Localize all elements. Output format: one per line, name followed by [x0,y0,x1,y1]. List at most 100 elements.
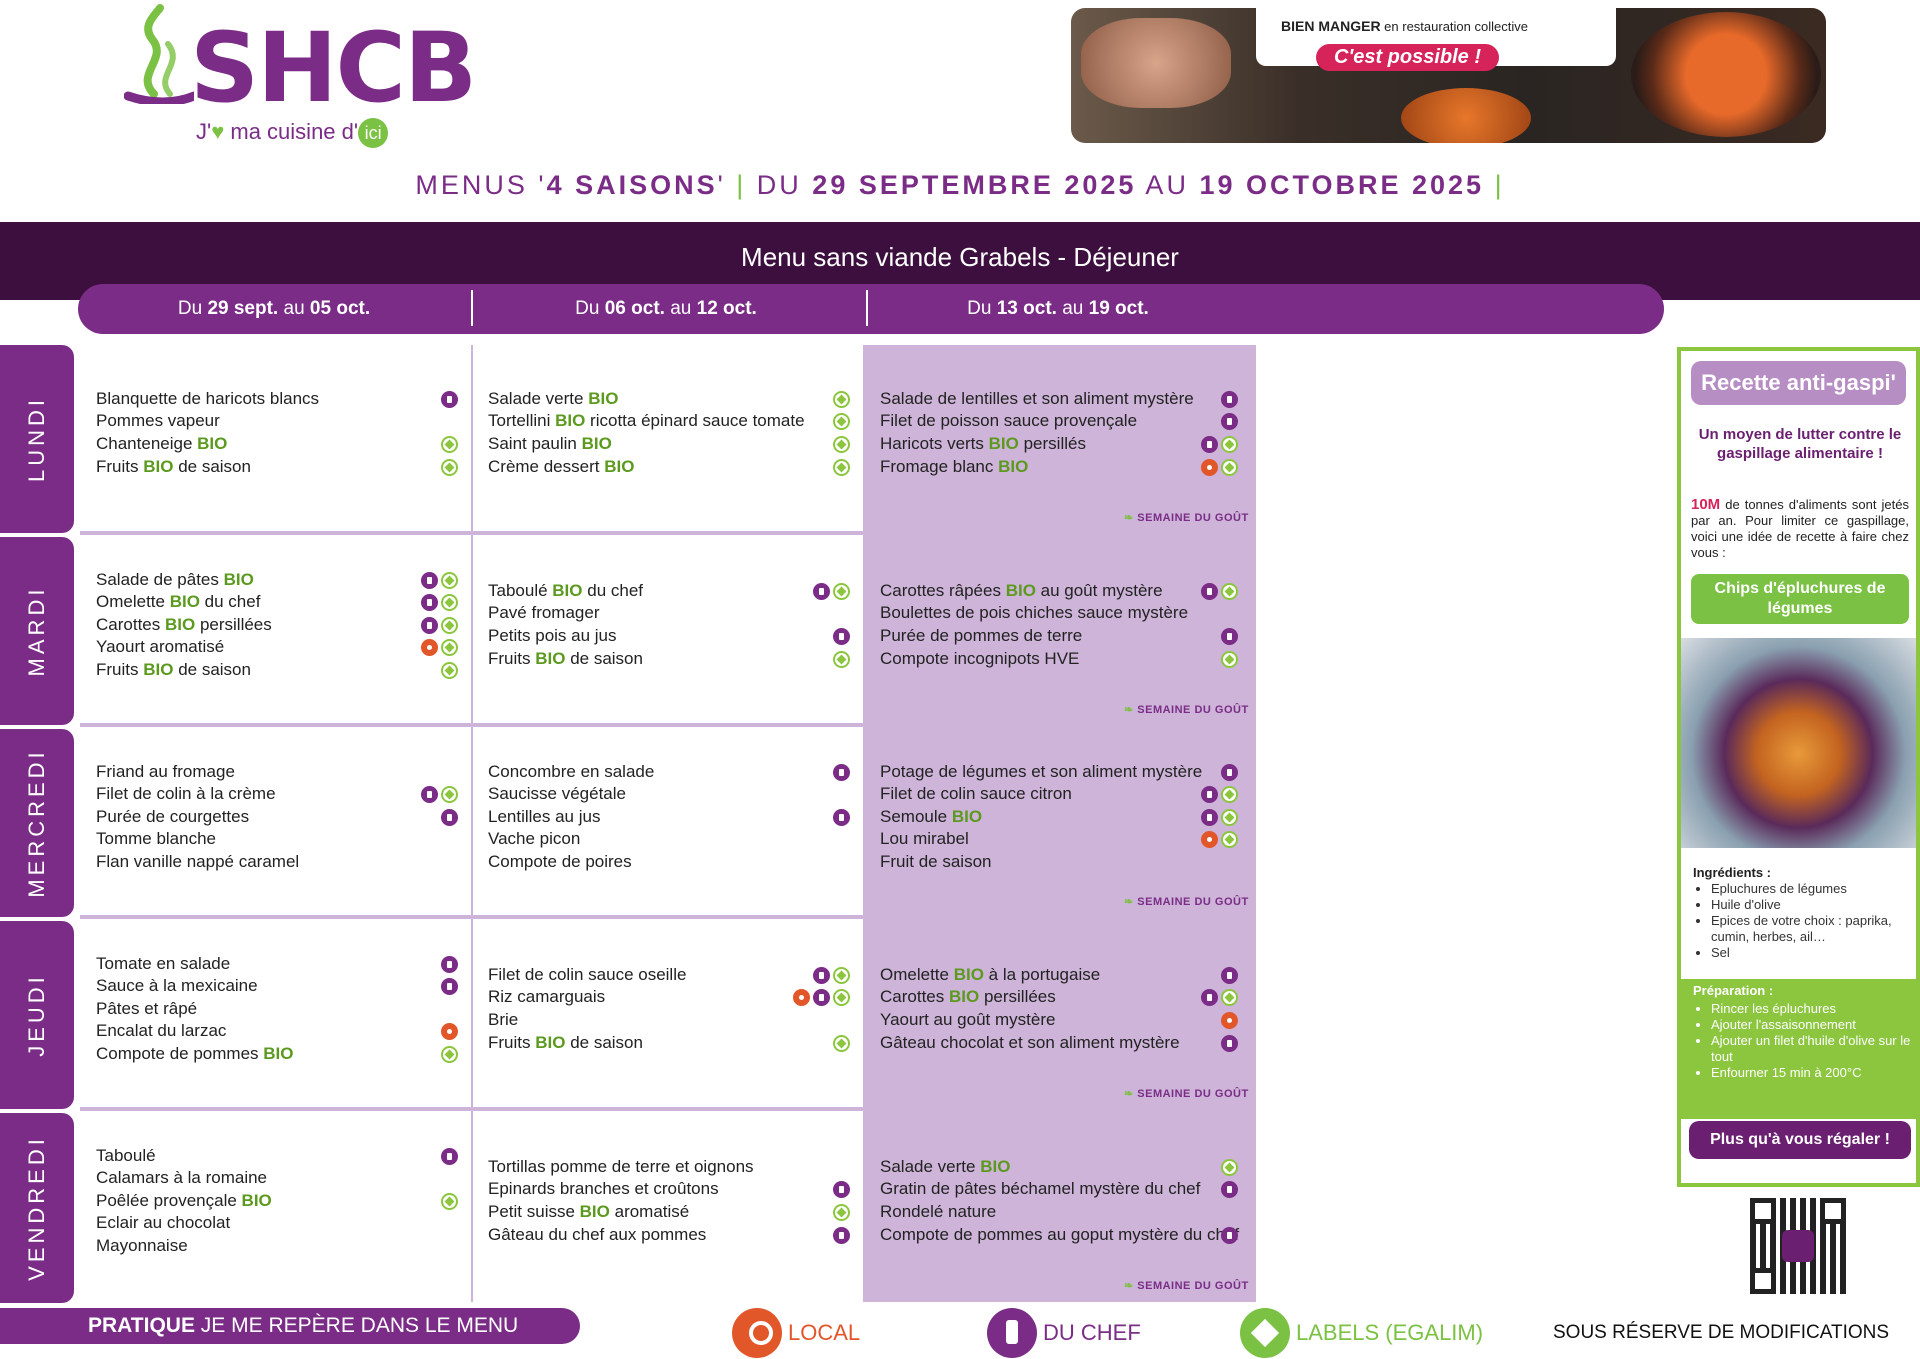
week-header: Du 29 sept. au 05 oct. Du 06 oct. au 12 … [78,284,1664,334]
chef-hat-icon [1201,786,1218,804]
hand-illustration [1081,18,1231,108]
waste-fact: 10M de tonnes d'aliments sont jetés par … [1691,496,1909,561]
menu-item: Pommes vapeur [96,411,220,431]
label-badge-icon [441,1192,458,1210]
chef-hat-icon [1221,413,1238,431]
menu-item: Gâteau chocolat et son aliment mystère [880,1032,1250,1055]
menu-item: Riz camarguais [488,986,862,1009]
legend-labels: LABELS (EGALIM) [1240,1308,1483,1358]
menu-grid: Blanquette de haricots blancs Pommes vape… [80,345,1256,1302]
label-badge-icon [1221,831,1238,849]
menu-item: Fruit de saison [880,851,992,871]
menu-item: Salade de lentilles et son aliment mystè… [880,388,1250,411]
chef-hat-icon [441,955,458,973]
menu-item: Carottes râpées BIO au goût mystère [880,580,1250,603]
menu-item: Pâtes et râpé [96,998,198,1018]
legend-pratique: PRATIQUE JE ME REPÈRE DANS LE MENU [0,1308,580,1344]
label-badge-icon [833,650,850,668]
location-pin-icon [421,639,438,657]
label-badge-icon [1221,989,1238,1007]
ingredients-title: Ingrédients : [1693,865,1772,880]
menu-item: Brie [488,1009,519,1029]
week-3: Du 13 oct. au 19 oct. [967,298,1149,319]
menu-name: Menu sans viande Grabels - Déjeuner [741,242,1179,272]
menu-item: Encalat du larzac [96,1020,470,1043]
menu-item: Filet de colin sauce citron [880,783,1250,806]
menu-item: Gratin de pâtes béchamel mystère du chef [880,1178,1250,1201]
label-badge-icon [1221,650,1238,668]
semaine-du-gout-badge: ❧ SEMAINE DU GOÛT [1124,1280,1249,1292]
tagline: J'♥ ma cuisine d' ici [196,118,389,148]
chef-hat-icon [441,978,458,996]
chef-hat-icon [421,616,438,634]
chef-hat-icon [441,808,458,826]
label-badge-icon [441,786,458,804]
menu-item: Tortellini BIO ricotta épinard sauce tom… [488,410,862,433]
label-badge-icon [441,458,458,476]
day-tab-vendredi: VENDREDI [0,1113,74,1303]
location-pin-icon [793,989,810,1007]
label-badge-icon [833,1203,850,1221]
menu-item: Tomme blanche [96,829,217,849]
menu-item: Carottes BIO persillées [96,614,470,637]
menu-item: Fruits BIO de saison [96,456,470,479]
menu-item: Filet de poisson sauce provençale [880,410,1250,433]
menu-item: Flan vanille nappé caramel [96,851,300,871]
qr-code[interactable] [1750,1198,1846,1294]
label-badge-icon [833,458,850,476]
menu-cell-mardi-week2: Taboulé BIO du chef Pavé fromager Petits p… [488,580,862,670]
menu-item: Lou mirabel [880,828,1250,851]
menu-item: Compote de pommes au goput mystère du ch… [880,1224,1240,1244]
label-badge-icon [1221,808,1238,826]
chef-hat-icon [1201,989,1218,1007]
label-badge-icon [441,616,458,634]
carrot-illustration [1401,88,1531,143]
menu-cell-lundi-week1: Blanquette de haricots blancs Pommes vape… [96,388,470,478]
chef-hat-icon [1221,390,1238,408]
menu-item: Mayonnaise [96,1235,188,1255]
menu-cell-vendredi-week2: Tortillas pomme de terre et oignons Epina… [488,1156,862,1246]
label-badge-icon [833,989,850,1007]
menu-item: Fromage blanc BIO [880,456,1250,479]
label-badge-icon [833,582,850,600]
menu-item: Salade de pâtes BIO [96,569,470,592]
reserve-notice: SOUS RÉSERVE DE MODIFICATIONS [1553,1322,1890,1343]
bien-manger-banner: BIEN MANGER en restauration collective C… [1071,8,1826,143]
week-1: Du 29 sept. au 05 oct. [177,298,371,319]
banner-line2: C'est possible ! [1316,44,1500,71]
label-badge-icon [1221,1158,1238,1176]
location-pin-icon [1221,1011,1238,1029]
label-badge-icon [833,413,850,431]
menu-item: Purée de pommes de terre [880,625,1250,648]
bowl-illustration [1631,12,1821,137]
menu-item: Rondelé nature [880,1201,997,1221]
menu-item: Concombre en salade [488,761,862,784]
recipe-subtitle: Un moyen de lutter contre le gaspillage … [1698,426,1902,462]
menu-cell-vendredi-week1: Taboulé Calamars à la romaine Poêlée prove… [96,1145,470,1258]
menu-item: Crème dessert BIO [488,456,862,479]
ici-badge: ici [358,118,389,148]
menu-item: Saint paulin BIO [488,433,862,456]
menu-cell-jeudi-week2: Filet de colin sauce oseille Riz camargua… [488,964,862,1054]
label-badge-icon [833,1034,850,1052]
chef-hat-icon [833,627,850,645]
steam-icon [124,4,194,104]
label-badge-icon [441,594,458,612]
menu-item: Potage de légumes et son aliment mystère [880,761,1250,784]
menu-item: Salade verte BIO [488,388,862,411]
legend-chef: DU CHEF [987,1308,1141,1358]
menu-item: Omelette BIO à la portugaise [880,964,1250,987]
menu-cell-mercredi-week3: Potage de légumes et son aliment mystère… [880,761,1250,874]
label-badge-icon [833,435,850,453]
leaf-icon: ❧ [1124,1280,1138,1292]
menu-item: Saucisse végétale [488,784,626,804]
menu-item: Vache picon [488,829,581,849]
chef-hat-icon [833,1226,850,1244]
chef-hat-icon [987,1308,1037,1358]
chef-hat-icon [1221,763,1238,781]
menu-item: Tortillas pomme de terre et oignons [488,1156,754,1176]
chef-hat-icon [421,594,438,612]
heart-icon: ♥ [211,119,225,144]
menu-item: Chanteneige BIO [96,433,470,456]
chef-hat-icon [421,786,438,804]
